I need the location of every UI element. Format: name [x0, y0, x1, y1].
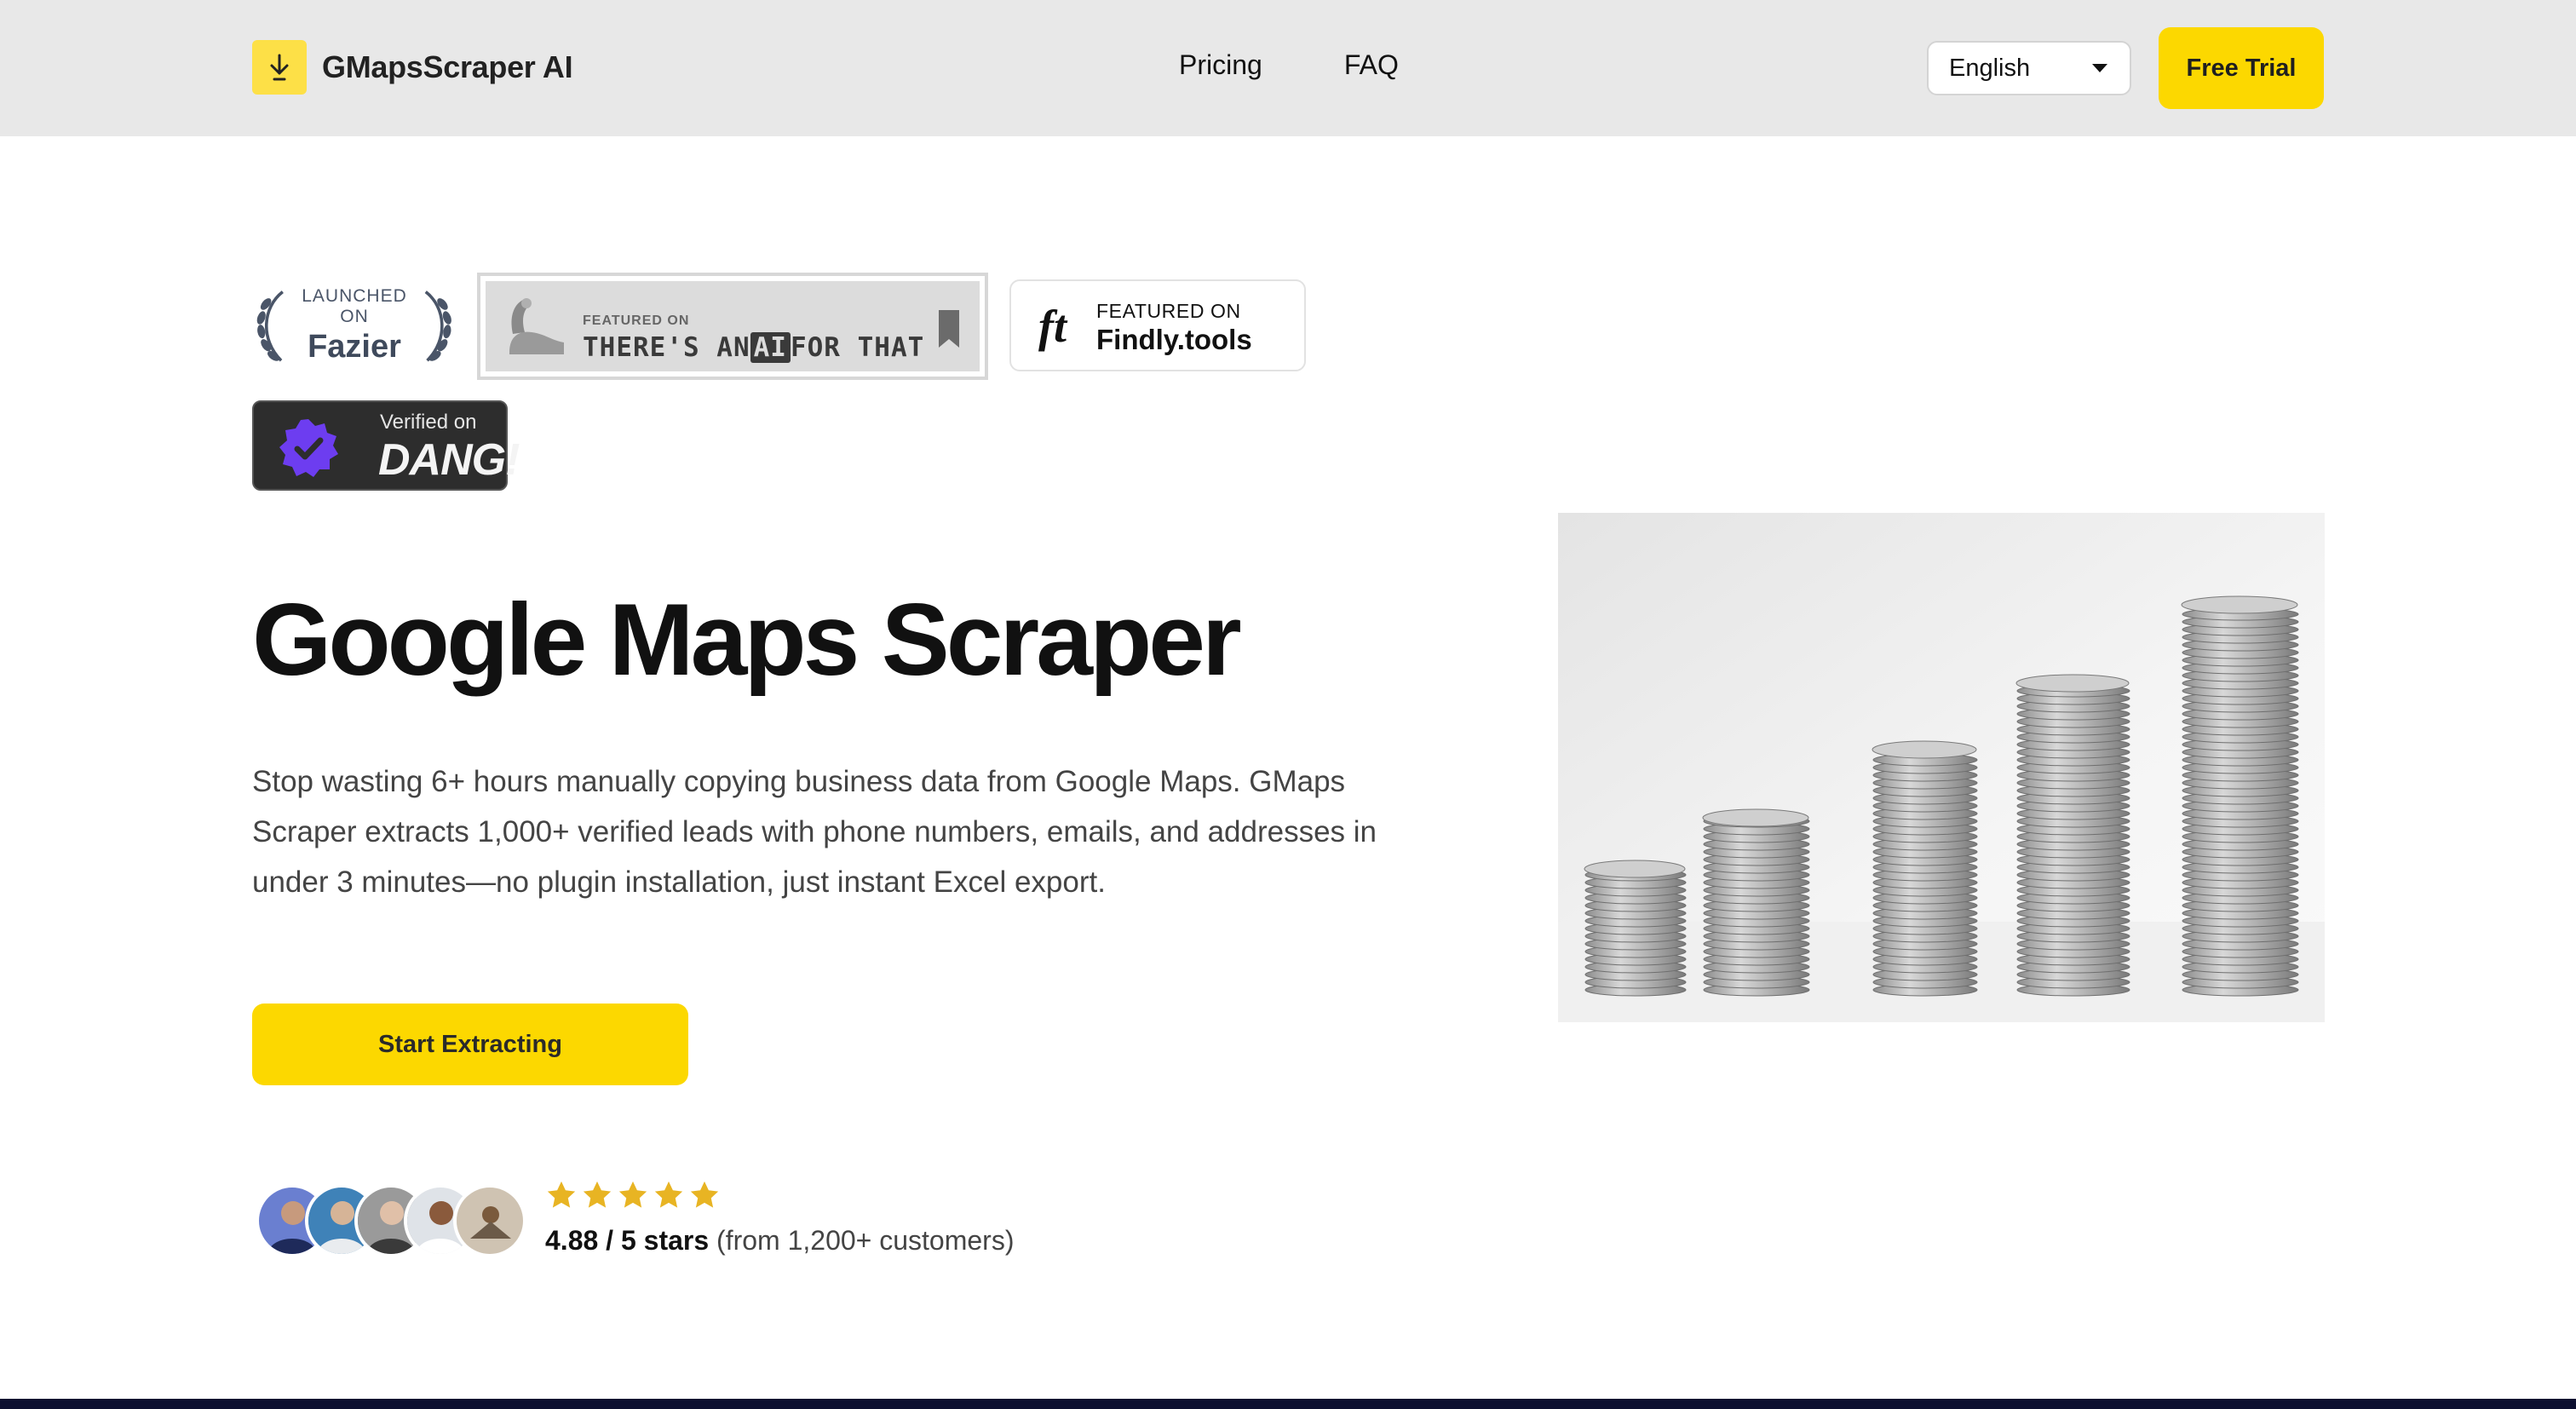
nav-pricing-link[interactable]: Pricing	[1179, 49, 1262, 81]
dang-badge[interactable]: Verified on DANG!	[252, 400, 520, 491]
dang-badge-name: DANG!	[378, 435, 520, 485]
star-icon	[547, 1181, 576, 1208]
main-nav: Pricing FAQ	[1179, 49, 1399, 81]
rating-stars	[545, 1179, 721, 1211]
laurel-left-icon	[256, 290, 284, 362]
aift-badge-caption: FEATURED ON	[583, 313, 690, 328]
avatar	[453, 1184, 526, 1257]
hero-description: Stop wasting 6+ hours manually copying b…	[252, 765, 1377, 899]
language-select[interactable]: English	[1927, 41, 2131, 95]
language-value: English	[1949, 54, 2031, 82]
fazier-badge-caption: LAUNCHED ON	[302, 285, 407, 326]
star-icon	[654, 1181, 683, 1208]
findly-tools-badge[interactable]: ft FEATURED ON Findly.tools	[1009, 279, 1306, 371]
aift-name-ai: AI	[750, 332, 791, 363]
rating-text: 4.88 / 5 stars (from 1,200+ customers)	[545, 1225, 1014, 1257]
rating-score: 4.88 / 5 stars	[545, 1225, 710, 1256]
theresanaiforthat-badge[interactable]: FEATURED ON THERE'S AN AI FOR THAT	[477, 273, 988, 380]
nav-faq-link[interactable]: FAQ	[1344, 49, 1399, 81]
star-icon	[618, 1181, 647, 1208]
caret-down-icon	[2092, 64, 2107, 72]
page-title: Google Maps Scraper	[252, 583, 1242, 697]
aift-name-part: THERE'S AN	[583, 332, 750, 363]
bookmark-icon	[939, 310, 959, 348]
download-arrow-icon	[252, 40, 307, 95]
start-extracting-button[interactable]: Start Extracting	[252, 1004, 688, 1085]
aift-name-part: FOR THAT	[790, 332, 925, 363]
dang-badge-caption: Verified on	[380, 411, 477, 434]
site-header: GMapsScraper AI Pricing FAQ English Free…	[0, 0, 2576, 136]
footer-strip	[0, 1399, 2576, 1409]
findly-badge-name: Findly.tools	[1096, 324, 1252, 355]
star-icon	[690, 1181, 719, 1208]
rating-count: (from 1,200+ customers)	[716, 1225, 1015, 1256]
brand-name: GMapsScraper AI	[322, 49, 573, 84]
findly-logo-icon: ft	[1038, 301, 1067, 352]
coin-stacks-image	[1558, 513, 2325, 1022]
fazier-badge-name: Fazier	[308, 328, 401, 365]
brand-logo[interactable]: GMapsScraper AI	[252, 40, 573, 95]
fazier-badge[interactable]: LAUNCHED ON Fazier	[252, 281, 457, 370]
customer-avatars	[256, 1184, 528, 1257]
star-icon	[583, 1181, 612, 1208]
findly-badge-caption: FEATURED ON	[1096, 300, 1241, 322]
robot-arm-icon	[509, 298, 564, 354]
aift-badge-name: THERE'S AN AI FOR THAT	[583, 332, 924, 363]
verified-check-icon	[279, 419, 338, 477]
free-trial-button[interactable]: Free Trial	[2159, 27, 2324, 109]
laurel-right-icon	[425, 290, 452, 362]
